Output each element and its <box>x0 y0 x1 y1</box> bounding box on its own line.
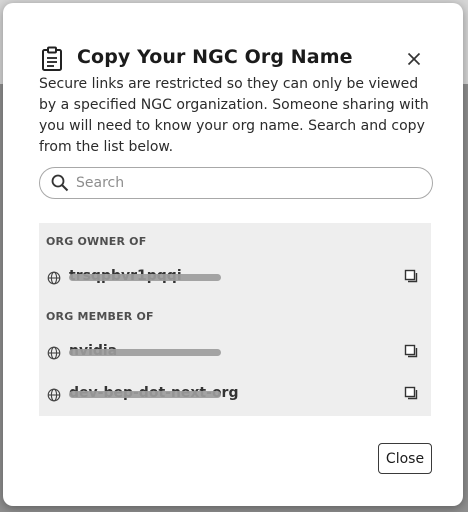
redaction-bar <box>69 274 221 281</box>
copy-icon[interactable] <box>403 268 419 284</box>
clipboard-icon <box>39 46 65 72</box>
org-list: ORG OWNER OF trsqpbvr1pqqi ORG MEMBER OF <box>39 223 431 416</box>
close-icon[interactable] <box>402 47 426 71</box>
redaction-bar <box>69 391 221 398</box>
search-input[interactable] <box>76 168 416 198</box>
list-item[interactable]: dev-bep-dot-next-org <box>39 382 431 406</box>
copy-icon[interactable] <box>403 343 419 359</box>
globe-icon <box>47 387 61 402</box>
dialog-title: Copy Your NGC Org Name <box>77 46 353 68</box>
search-icon <box>51 174 69 192</box>
close-button[interactable]: Close <box>378 443 432 474</box>
globe-icon <box>47 345 61 360</box>
globe-icon <box>47 270 61 285</box>
list-item[interactable]: trsqpbvr1pqqi <box>39 265 431 289</box>
copy-icon[interactable] <box>403 385 419 401</box>
search-field[interactable] <box>39 167 433 199</box>
dialog-description: Secure links are restricted so they can … <box>39 76 429 155</box>
list-item[interactable]: nvidia <box>39 340 431 364</box>
section-label-owner: ORG OWNER OF <box>46 235 147 248</box>
section-label-member: ORG MEMBER OF <box>46 310 154 323</box>
copy-org-name-dialog: Copy Your NGC Org Name Secure links are … <box>3 3 463 506</box>
redaction-bar <box>69 349 221 356</box>
